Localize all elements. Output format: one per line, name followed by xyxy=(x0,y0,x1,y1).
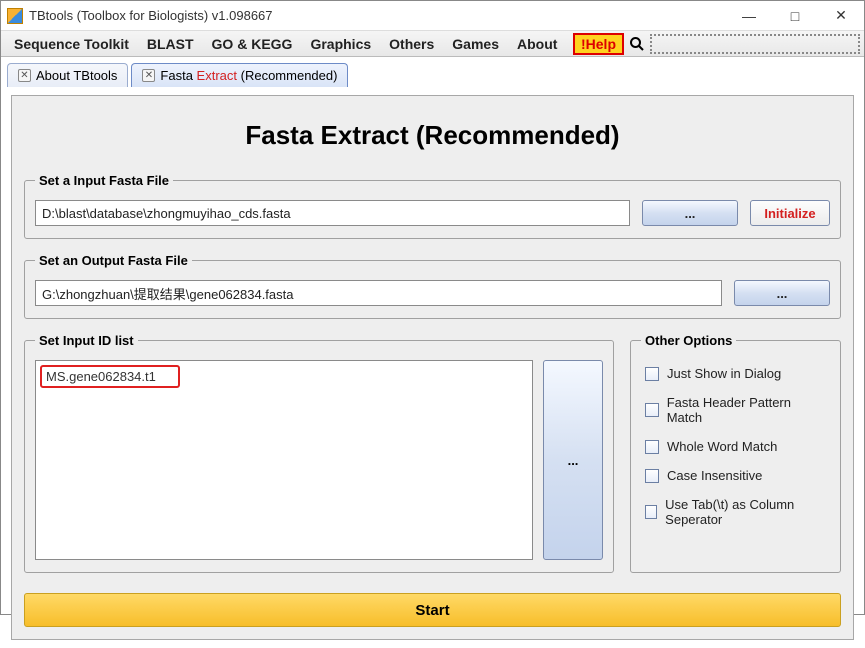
maximize-button[interactable]: □ xyxy=(772,1,818,31)
id-list-textarea[interactable]: MS.gene062834.t1 xyxy=(35,360,533,560)
tab-about-tbtools[interactable]: ✕ About TBtools xyxy=(7,63,128,87)
option-just-show-in-dialog[interactable]: Just Show in Dialog xyxy=(645,366,826,381)
id-list-value: MS.gene062834.t1 xyxy=(40,365,180,388)
output-fasta-path[interactable] xyxy=(35,280,722,306)
menu-blast[interactable]: BLAST xyxy=(138,33,203,55)
option-label: Whole Word Match xyxy=(667,439,777,454)
input-fasta-path[interactable] xyxy=(35,200,630,226)
main-panel: Fasta Extract (Recommended) Set a Input … xyxy=(11,95,854,640)
menu-games[interactable]: Games xyxy=(443,33,508,55)
checkbox-icon[interactable] xyxy=(645,505,657,519)
window-title: TBtools (Toolbox for Biologists) v1.0986… xyxy=(29,8,273,23)
option-label: Case Insensitive xyxy=(667,468,762,483)
close-button[interactable]: ✕ xyxy=(818,1,864,31)
option-fasta-header-pattern-match[interactable]: Fasta Header Pattern Match xyxy=(645,395,826,425)
checkbox-icon[interactable] xyxy=(645,469,659,483)
menu-go-kegg[interactable]: GO & KEGG xyxy=(203,33,302,55)
fieldset-other-options: Other Options Just Show in Dialog Fasta … xyxy=(630,333,841,573)
toolbar-dropzone[interactable] xyxy=(650,34,860,54)
menubar: Sequence Toolkit BLAST GO & KEGG Graphic… xyxy=(1,31,864,57)
menu-about[interactable]: About xyxy=(508,33,566,55)
legend-id-list: Set Input ID list xyxy=(35,333,138,348)
tab-fasta-extract[interactable]: ✕ Fasta Extract (Recommended) xyxy=(131,63,348,87)
browse-output-fasta-button[interactable]: ... xyxy=(734,280,830,306)
menu-others[interactable]: Others xyxy=(380,33,443,55)
menu-graphics[interactable]: Graphics xyxy=(301,33,380,55)
start-button[interactable]: Start xyxy=(24,593,841,627)
checkbox-icon[interactable] xyxy=(645,403,659,417)
option-case-insensitive[interactable]: Case Insensitive xyxy=(645,468,826,483)
menu-sequence-toolkit[interactable]: Sequence Toolkit xyxy=(5,33,138,55)
app-icon xyxy=(7,8,23,24)
checkbox-icon[interactable] xyxy=(645,440,659,454)
page-title: Fasta Extract (Recommended) xyxy=(24,120,841,151)
titlebar: TBtools (Toolbox for Biologists) v1.0986… xyxy=(1,1,864,31)
content: Fasta Extract (Recommended) Set a Input … xyxy=(1,87,864,648)
tab-label: Fasta Extract (Recommended) xyxy=(160,68,337,83)
legend-input-fasta: Set a Input Fasta File xyxy=(35,173,173,188)
checkbox-icon[interactable] xyxy=(645,367,659,381)
legend-output-fasta: Set an Output Fasta File xyxy=(35,253,192,268)
legend-other-options: Other Options xyxy=(641,333,736,348)
fieldset-output-fasta: Set an Output Fasta File ... xyxy=(24,253,841,319)
search-icon[interactable] xyxy=(628,35,646,53)
option-use-tab-separator[interactable]: Use Tab(\t) as Column Seperator xyxy=(645,497,826,527)
option-label: Use Tab(\t) as Column Seperator xyxy=(665,497,826,527)
option-label: Fasta Header Pattern Match xyxy=(667,395,826,425)
fieldset-input-fasta: Set a Input Fasta File ... Initialize xyxy=(24,173,841,239)
close-icon[interactable]: ✕ xyxy=(18,69,31,82)
help-button[interactable]: !Help xyxy=(573,33,624,55)
option-label: Just Show in Dialog xyxy=(667,366,781,381)
browse-id-list-button[interactable]: ... xyxy=(543,360,603,560)
tab-label: About TBtools xyxy=(36,68,117,83)
initialize-button[interactable]: Initialize xyxy=(750,200,830,226)
fieldset-id-list: Set Input ID list MS.gene062834.t1 ... xyxy=(24,333,614,573)
browse-input-fasta-button[interactable]: ... xyxy=(642,200,738,226)
tabbar: ✕ About TBtools ✕ Fasta Extract (Recomme… xyxy=(1,57,864,87)
close-icon[interactable]: ✕ xyxy=(142,69,155,82)
option-whole-word-match[interactable]: Whole Word Match xyxy=(645,439,826,454)
minimize-button[interactable]: — xyxy=(726,1,772,31)
